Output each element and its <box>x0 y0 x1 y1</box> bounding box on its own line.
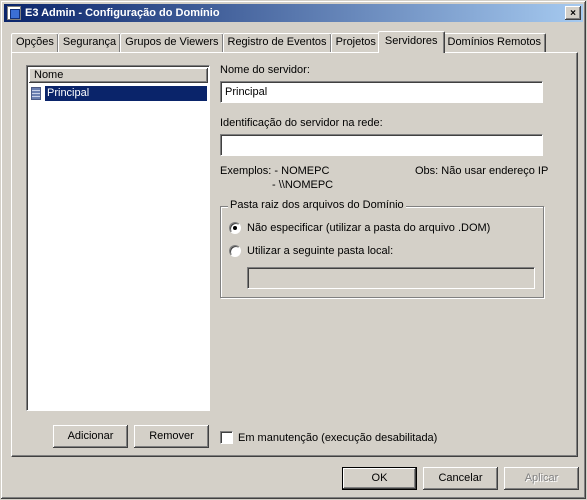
list-item[interactable]: Principal <box>31 85 207 101</box>
maintenance-checkbox[interactable] <box>220 431 233 444</box>
add-button[interactable]: Adicionar <box>53 425 128 448</box>
tab-strip: Opções Segurança Grupos de Viewers Regis… <box>11 31 547 53</box>
server-list[interactable]: Nome Principal <box>26 65 210 411</box>
title-bar: E3 Admin - Configuração do Domínio × <box>4 4 583 22</box>
radio-no-folder[interactable]: Não especificar (utilizar a pasta do arq… <box>229 222 490 234</box>
server-icon <box>31 86 41 100</box>
examples-label-line2: - \\NOMEPC <box>272 179 334 191</box>
tab-grupos-de-viewers[interactable]: Grupos de Viewers <box>120 33 224 52</box>
window-title: E3 Admin - Configuração do Domínio <box>25 7 220 19</box>
maintenance-label: Em manutenção (execução desabilitada) <box>238 431 438 444</box>
ok-button[interactable]: OK <box>342 467 417 490</box>
tab-servidores[interactable]: Servidores <box>377 31 445 53</box>
cancel-button[interactable]: Cancelar <box>423 467 498 490</box>
radio-button-checked[interactable] <box>229 222 241 234</box>
tab-seguranca[interactable]: Segurança <box>57 33 122 52</box>
server-name-input[interactable] <box>220 81 543 103</box>
app-icon <box>7 6 21 20</box>
network-id-label: Identificação do servidor na rede: <box>220 117 383 129</box>
tab-dominios-remotos[interactable]: Domínios Remotos <box>442 33 547 52</box>
remove-button-label: Remover <box>149 430 194 442</box>
radio-local-folder[interactable]: Utilizar a seguinte pasta local: <box>229 245 393 257</box>
radio-no-folder-label: Não especificar (utilizar a pasta do arq… <box>247 222 491 234</box>
tab-registro-de-eventos[interactable]: Registro de Eventos <box>222 33 332 52</box>
remove-button[interactable]: Remover <box>134 425 209 448</box>
local-folder-input <box>247 267 535 289</box>
maintenance-option[interactable]: Em manutenção (execução desabilitada) <box>220 431 437 444</box>
ip-note-label: Obs: Não usar endereço IP <box>415 165 549 177</box>
tab-projetos[interactable]: Projetos <box>330 33 381 52</box>
ok-button-label: OK <box>371 472 388 484</box>
dialog-window: E3 Admin - Configuração do Domínio × Opç… <box>0 0 587 500</box>
cancel-button-label: Cancelar <box>438 472 483 484</box>
apply-button-label: Aplicar <box>524 472 559 484</box>
add-button-label: Adicionar <box>67 430 114 442</box>
tab-opcoes[interactable]: Opções <box>11 33 59 52</box>
close-button[interactable]: × <box>565 6 581 20</box>
server-name-label: Nome do servidor: <box>220 64 310 76</box>
list-item-label: Principal <box>45 85 207 101</box>
apply-button: Aplicar <box>504 467 579 490</box>
examples-label: Exemplos: - NOMEPC <box>220 165 330 177</box>
network-id-input[interactable] <box>220 134 543 156</box>
root-folder-legend: Pasta raiz dos arquivos do Domínio <box>228 199 406 211</box>
radio-button[interactable] <box>229 245 241 257</box>
list-column-header-nome[interactable]: Nome <box>29 68 208 83</box>
radio-local-folder-label: Utilizar a seguinte pasta local: <box>247 245 394 257</box>
